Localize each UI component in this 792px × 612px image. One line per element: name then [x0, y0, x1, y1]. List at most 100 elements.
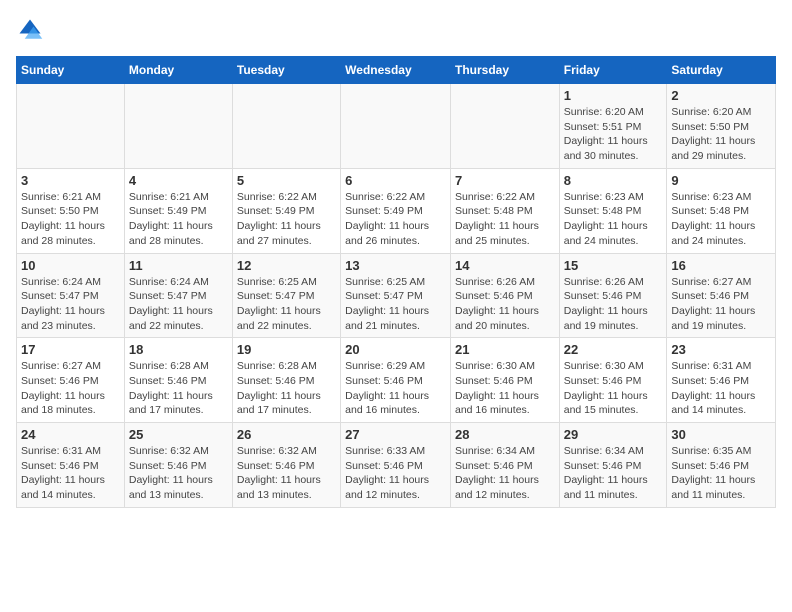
day-info: Sunrise: 6:31 AM Sunset: 5:46 PM Dayligh…: [671, 359, 771, 418]
page-header: [16, 16, 776, 44]
calendar-week-row: 17Sunrise: 6:27 AM Sunset: 5:46 PM Dayli…: [17, 338, 776, 423]
calendar-header-row: SundayMondayTuesdayWednesdayThursdayFrid…: [17, 57, 776, 84]
calendar-cell: 28 Sunrise: 6:34 AM Sunset: 5:46 PM Dayli…: [450, 423, 559, 508]
day-info: Sunrise: 6:26 AM Sunset: 5:46 PM Dayligh…: [455, 275, 555, 334]
calendar-cell: 19 Sunrise: 6:28 AM Sunset: 5:46 PM Dayli…: [232, 338, 340, 423]
weekday-header: Thursday: [450, 57, 559, 84]
day-info: Sunrise: 6:24 AM Sunset: 5:47 PM Dayligh…: [129, 275, 228, 334]
calendar-week-row: 10Sunrise: 6:24 AM Sunset: 5:47 PM Dayli…: [17, 253, 776, 338]
day-info: Sunrise: 6:21 AM Sunset: 5:50 PM Dayligh…: [21, 190, 120, 249]
calendar-cell: 18 Sunrise: 6:28 AM Sunset: 5:46 PM Dayli…: [124, 338, 232, 423]
weekday-header: Tuesday: [232, 57, 340, 84]
calendar-cell: 22Sunrise: 6:30 AM Sunset: 5:46 PM Dayli…: [559, 338, 667, 423]
day-info: Sunrise: 6:30 AM Sunset: 5:46 PM Dayligh…: [455, 359, 555, 418]
calendar-cell: 30 Sunrise: 6:35 AM Sunset: 5:46 PM Dayli…: [667, 423, 776, 508]
calendar-cell: 9 Sunrise: 6:23 AM Sunset: 5:48 PM Daylig…: [667, 168, 776, 253]
day-number: 25: [129, 427, 228, 442]
day-number: 4: [129, 173, 228, 188]
calendar-cell: 20 Sunrise: 6:29 AM Sunset: 5:46 PM Dayli…: [341, 338, 451, 423]
day-number: 23: [671, 342, 771, 357]
day-info: Sunrise: 6:35 AM Sunset: 5:46 PM Dayligh…: [671, 444, 771, 503]
day-number: 28: [455, 427, 555, 442]
day-info: Sunrise: 6:25 AM Sunset: 5:47 PM Dayligh…: [345, 275, 446, 334]
day-number: 2: [671, 88, 771, 103]
calendar-cell: [450, 84, 559, 169]
day-info: Sunrise: 6:20 AM Sunset: 5:50 PM Dayligh…: [671, 105, 771, 164]
day-number: 8: [564, 173, 663, 188]
day-info: Sunrise: 6:26 AM Sunset: 5:46 PM Dayligh…: [564, 275, 663, 334]
day-info: Sunrise: 6:23 AM Sunset: 5:48 PM Dayligh…: [671, 190, 771, 249]
day-number: 27: [345, 427, 446, 442]
day-info: Sunrise: 6:22 AM Sunset: 5:49 PM Dayligh…: [345, 190, 446, 249]
calendar-cell: 5Sunrise: 6:22 AM Sunset: 5:49 PM Daylig…: [232, 168, 340, 253]
calendar-cell: 8 Sunrise: 6:23 AM Sunset: 5:48 PM Daylig…: [559, 168, 667, 253]
calendar-cell: 6Sunrise: 6:22 AM Sunset: 5:49 PM Daylig…: [341, 168, 451, 253]
day-info: Sunrise: 6:29 AM Sunset: 5:46 PM Dayligh…: [345, 359, 446, 418]
day-number: 16: [671, 258, 771, 273]
calendar-cell: 24 Sunrise: 6:31 AM Sunset: 5:46 PM Dayli…: [17, 423, 125, 508]
day-number: 1: [564, 88, 663, 103]
calendar-cell: 26 Sunrise: 6:32 AM Sunset: 5:46 PM Dayli…: [232, 423, 340, 508]
calendar-cell: 17Sunrise: 6:27 AM Sunset: 5:46 PM Dayli…: [17, 338, 125, 423]
calendar-cell: 25 Sunrise: 6:32 AM Sunset: 5:46 PM Dayli…: [124, 423, 232, 508]
day-number: 30: [671, 427, 771, 442]
calendar-cell: [341, 84, 451, 169]
calendar-cell: 7 Sunrise: 6:22 AM Sunset: 5:48 PM Daylig…: [450, 168, 559, 253]
calendar-cell: [124, 84, 232, 169]
day-number: 20: [345, 342, 446, 357]
day-info: Sunrise: 6:30 AM Sunset: 5:46 PM Dayligh…: [564, 359, 663, 418]
logo: [16, 16, 46, 44]
day-info: Sunrise: 6:23 AM Sunset: 5:48 PM Dayligh…: [564, 190, 663, 249]
calendar-cell: 21 Sunrise: 6:30 AM Sunset: 5:46 PM Dayli…: [450, 338, 559, 423]
day-number: 19: [237, 342, 336, 357]
day-number: 12: [237, 258, 336, 273]
day-number: 5: [237, 173, 336, 188]
calendar-cell: 2 Sunrise: 6:20 AM Sunset: 5:50 PM Daylig…: [667, 84, 776, 169]
calendar-cell: 15 Sunrise: 6:26 AM Sunset: 5:46 PM Dayli…: [559, 253, 667, 338]
day-info: Sunrise: 6:33 AM Sunset: 5:46 PM Dayligh…: [345, 444, 446, 503]
day-number: 17: [21, 342, 120, 357]
day-info: Sunrise: 6:20 AM Sunset: 5:51 PM Dayligh…: [564, 105, 663, 164]
calendar-cell: 27 Sunrise: 6:33 AM Sunset: 5:46 PM Dayli…: [341, 423, 451, 508]
day-info: Sunrise: 6:34 AM Sunset: 5:46 PM Dayligh…: [455, 444, 555, 503]
calendar-cell: 29 Sunrise: 6:34 AM Sunset: 5:46 PM Dayli…: [559, 423, 667, 508]
day-info: Sunrise: 6:24 AM Sunset: 5:47 PM Dayligh…: [21, 275, 120, 334]
day-info: Sunrise: 6:28 AM Sunset: 5:46 PM Dayligh…: [129, 359, 228, 418]
day-number: 3: [21, 173, 120, 188]
calendar-week-row: 1 Sunrise: 6:20 AM Sunset: 5:51 PM Daylig…: [17, 84, 776, 169]
day-number: 11: [129, 258, 228, 273]
day-number: 26: [237, 427, 336, 442]
calendar-week-row: 3 Sunrise: 6:21 AM Sunset: 5:50 PM Daylig…: [17, 168, 776, 253]
day-number: 21: [455, 342, 555, 357]
calendar-cell: [17, 84, 125, 169]
calendar-cell: 16Sunrise: 6:27 AM Sunset: 5:46 PM Dayli…: [667, 253, 776, 338]
weekday-header: Sunday: [17, 57, 125, 84]
calendar-cell: 1 Sunrise: 6:20 AM Sunset: 5:51 PM Daylig…: [559, 84, 667, 169]
day-number: 24: [21, 427, 120, 442]
day-number: 7: [455, 173, 555, 188]
day-number: 29: [564, 427, 663, 442]
day-number: 13: [345, 258, 446, 273]
day-number: 9: [671, 173, 771, 188]
weekday-header: Saturday: [667, 57, 776, 84]
day-info: Sunrise: 6:34 AM Sunset: 5:46 PM Dayligh…: [564, 444, 663, 503]
weekday-header: Wednesday: [341, 57, 451, 84]
calendar-cell: 11 Sunrise: 6:24 AM Sunset: 5:47 PM Dayli…: [124, 253, 232, 338]
day-number: 18: [129, 342, 228, 357]
calendar-table: SundayMondayTuesdayWednesdayThursdayFrid…: [16, 56, 776, 508]
calendar-cell: 10Sunrise: 6:24 AM Sunset: 5:47 PM Dayli…: [17, 253, 125, 338]
day-number: 15: [564, 258, 663, 273]
day-info: Sunrise: 6:21 AM Sunset: 5:49 PM Dayligh…: [129, 190, 228, 249]
day-number: 14: [455, 258, 555, 273]
calendar-cell: 23 Sunrise: 6:31 AM Sunset: 5:46 PM Dayli…: [667, 338, 776, 423]
weekday-header: Monday: [124, 57, 232, 84]
day-info: Sunrise: 6:31 AM Sunset: 5:46 PM Dayligh…: [21, 444, 120, 503]
day-info: Sunrise: 6:22 AM Sunset: 5:48 PM Dayligh…: [455, 190, 555, 249]
day-info: Sunrise: 6:32 AM Sunset: 5:46 PM Dayligh…: [237, 444, 336, 503]
day-info: Sunrise: 6:32 AM Sunset: 5:46 PM Dayligh…: [129, 444, 228, 503]
logo-icon: [16, 16, 44, 44]
day-info: Sunrise: 6:28 AM Sunset: 5:46 PM Dayligh…: [237, 359, 336, 418]
calendar-cell: 3 Sunrise: 6:21 AM Sunset: 5:50 PM Daylig…: [17, 168, 125, 253]
calendar-cell: 4 Sunrise: 6:21 AM Sunset: 5:49 PM Daylig…: [124, 168, 232, 253]
calendar-cell: [232, 84, 340, 169]
